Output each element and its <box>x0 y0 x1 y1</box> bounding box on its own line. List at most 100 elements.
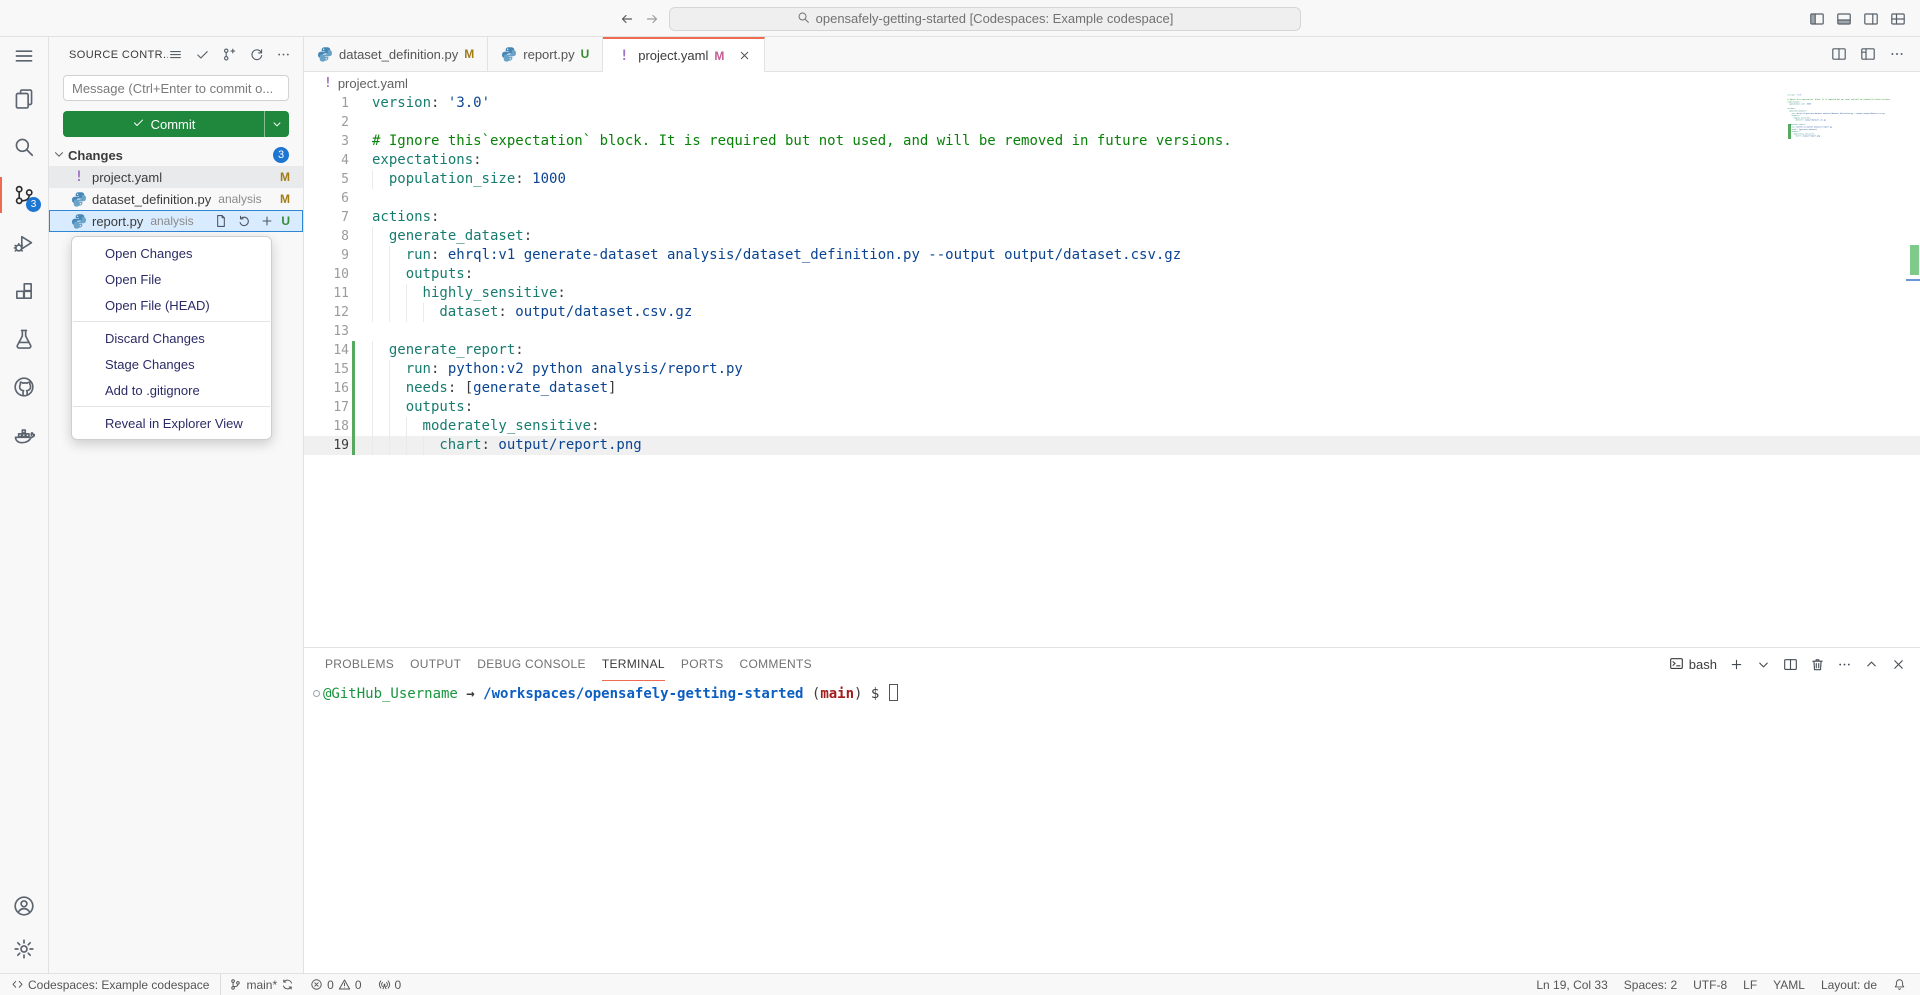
chevron-down-icon <box>52 147 66 164</box>
overview-ruler[interactable] <box>1906 94 1920 647</box>
branch-create-icon[interactable] <box>222 47 237 62</box>
tab-report.py[interactable]: report.pyU <box>488 37 603 71</box>
settings-icon[interactable] <box>0 925 48 973</box>
commit-message-input[interactable]: Message (Ctrl+Enter to commit o... <box>63 75 289 101</box>
open-file-icon[interactable] <box>214 214 228 228</box>
code-text: run: ehrql:v1 generate-dataset analysis/… <box>372 246 1181 265</box>
language-mode[interactable]: YAML <box>1765 974 1813 995</box>
panel-tab-ports[interactable]: PORTS <box>681 648 724 681</box>
status-text: UTF-8 <box>1693 978 1727 992</box>
code-editor[interactable]: 1version: '3.0'23# Ignore this`expectati… <box>304 94 1920 647</box>
stage-icon[interactable] <box>260 214 274 228</box>
command-center-search[interactable]: opensafely-getting-started [Codespaces: … <box>669 7 1301 31</box>
maximize-panel-icon[interactable] <box>1864 657 1879 672</box>
command-center: opensafely-getting-started [Codespaces: … <box>619 0 1301 37</box>
tab-git-badge: U <box>581 47 590 61</box>
forward-arrow-icon[interactable] <box>644 11 660 27</box>
layout-sidebar-left-icon[interactable] <box>1809 11 1825 27</box>
terminal[interactable]: @GitHub_Username → /workspaces/opensafel… <box>304 681 1920 973</box>
eol[interactable]: LF <box>1735 974 1765 995</box>
discard-icon[interactable] <box>237 214 251 228</box>
kill-terminal-icon[interactable] <box>1810 657 1825 672</box>
terminal-text: $ <box>871 686 888 702</box>
cursor-position[interactable]: Ln 19, Col 33 <box>1528 974 1615 995</box>
commit-button[interactable]: Commit <box>63 111 289 137</box>
source-control-icon[interactable]: 3 <box>0 171 48 219</box>
commit-dropdown-button[interactable] <box>264 111 289 137</box>
more-actions-icon[interactable] <box>1889 46 1905 62</box>
more-actions-icon[interactable] <box>276 47 291 62</box>
layout[interactable]: Layout: de <box>1813 974 1885 995</box>
tab-dataset_definition.py[interactable]: dataset_definition.pyM <box>304 37 488 71</box>
file-name: report.py <box>92 214 143 229</box>
sidebar-header-actions <box>168 47 291 62</box>
code-token: dataset <box>1796 119 1803 121</box>
panel-tab-comments[interactable]: COMMENTS <box>740 648 812 681</box>
more-actions-icon[interactable] <box>1837 657 1852 672</box>
code-line-15: 15run: python:v2 python analysis/report.… <box>304 360 1920 379</box>
run-debug-icon[interactable] <box>0 219 48 267</box>
terminal-shell-label[interactable]: bash <box>1669 656 1717 674</box>
layout-panel-icon[interactable] <box>1836 11 1852 27</box>
testing-icon[interactable] <box>0 315 48 363</box>
code-text: highly_sensitive: <box>372 284 566 303</box>
accounts-icon[interactable] <box>0 887 48 925</box>
code-text: needs: [generate_dataset] <box>372 379 616 398</box>
change-row-report.py[interactable]: report.pyanalysisU <box>49 210 303 232</box>
docker-icon[interactable] <box>0 411 48 459</box>
code-token: outputs <box>406 266 465 282</box>
refresh-icon[interactable] <box>249 47 264 62</box>
back-arrow-icon[interactable] <box>619 11 635 27</box>
menu-item-open-changes[interactable]: Open Changes <box>72 240 271 266</box>
panel-tab-output[interactable]: OUTPUT <box>410 648 461 681</box>
line-number: 18 <box>304 417 349 436</box>
indentation[interactable]: Spaces: 2 <box>1616 974 1685 995</box>
panel-tab-problems[interactable]: PROBLEMS <box>325 648 394 681</box>
split-editor-icon[interactable] <box>1831 46 1847 62</box>
breadcrumb[interactable]: ! project.yaml <box>304 72 1920 94</box>
chevron-down-icon[interactable] <box>1756 657 1771 672</box>
notifications[interactable] <box>1885 974 1914 995</box>
close-icon[interactable] <box>738 49 751 62</box>
layout-sidebar-right-icon[interactable] <box>1863 11 1879 27</box>
commit-check-icon[interactable] <box>195 47 210 62</box>
remote-indicator[interactable]: Codespaces: Example codespace <box>0 974 221 995</box>
git-gutter <box>351 208 359 227</box>
menu-item-open-file-head-[interactable]: Open File (HEAD) <box>72 292 271 318</box>
code-line-6: 6 <box>304 189 1920 208</box>
change-row-project.yaml[interactable]: !project.yamlM <box>49 166 303 188</box>
changes-section-header[interactable]: Changes 3 <box>49 144 303 166</box>
commit-button-main[interactable]: Commit <box>63 111 264 137</box>
panel-tab-debug-console[interactable]: DEBUG CONSOLE <box>477 648 586 681</box>
minimap[interactable]: 1version: '3.0'23# Ignore this`expectati… <box>1786 94 1906 647</box>
problems-status[interactable]: 00 <box>302 974 369 995</box>
new-terminal-icon[interactable] <box>1729 657 1744 672</box>
menu-icon[interactable] <box>0 37 48 75</box>
explorer-icon[interactable] <box>0 75 48 123</box>
code-token: output/report.png <box>1803 135 1820 137</box>
menu-item-stage-changes[interactable]: Stage Changes <box>72 351 271 377</box>
menu-item-add-to-gitignore[interactable]: Add to .gitignore <box>72 377 271 403</box>
change-row-dataset_definition.py[interactable]: dataset_definition.pyanalysisM <box>49 188 303 210</box>
sidebar-header: SOURCE CONTR... <box>49 37 303 72</box>
view-and-sort-icon[interactable] <box>168 47 183 62</box>
extensions-icon[interactable] <box>0 267 48 315</box>
menu-item-open-file[interactable]: Open File <box>72 266 271 292</box>
git-status-badge: U <box>281 214 290 228</box>
tab-project.yaml[interactable]: !project.yamlM <box>603 37 765 72</box>
panel-tab-terminal[interactable]: TERMINAL <box>602 648 665 681</box>
menu-item-discard-changes[interactable]: Discard Changes <box>72 325 271 351</box>
toggle-layout-icon[interactable] <box>1860 46 1876 62</box>
ports-status[interactable]: 0 <box>370 974 410 995</box>
search-icon[interactable] <box>0 123 48 171</box>
branch-status[interactable]: main* <box>221 974 302 995</box>
code-token: moderately_sensitive <box>423 418 592 434</box>
menu-item-reveal-in-explorer-view[interactable]: Reveal in Explorer View <box>72 410 271 436</box>
close-panel-icon[interactable] <box>1891 657 1906 672</box>
github-icon[interactable] <box>0 363 48 411</box>
file-name: project.yaml <box>92 170 162 185</box>
layout-customize-icon[interactable] <box>1890 11 1906 27</box>
line-number: 9 <box>304 246 349 265</box>
split-terminal-icon[interactable] <box>1783 657 1798 672</box>
encoding[interactable]: UTF-8 <box>1685 974 1735 995</box>
